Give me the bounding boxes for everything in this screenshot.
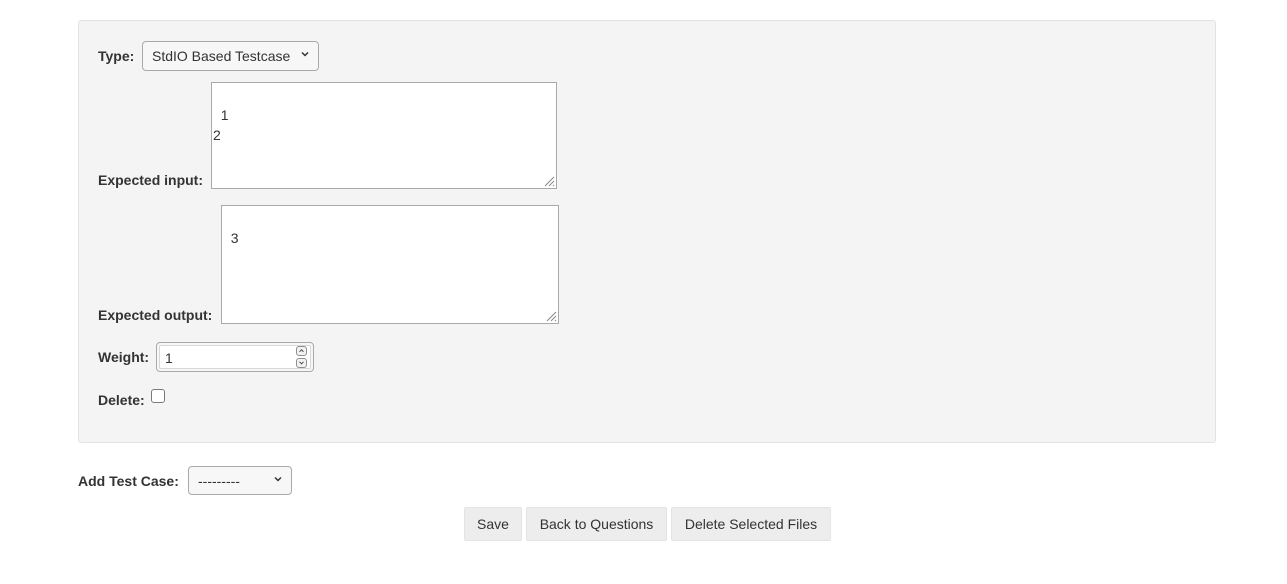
add-test-case-select[interactable]: ---------	[188, 466, 292, 495]
expected-input-textarea[interactable]: 1 2	[211, 82, 557, 189]
expected-output-label: Expected output:	[98, 307, 213, 323]
type-label: Type:	[98, 48, 135, 64]
weight-label: Weight:	[98, 349, 150, 365]
chevron-down-icon[interactable]	[296, 358, 307, 368]
expected-output-textarea[interactable]: 3	[221, 205, 559, 324]
type-select[interactable]: StdIO Based Testcase	[142, 41, 319, 71]
type-select-value: StdIO Based Testcase	[152, 48, 291, 64]
chevron-down-icon	[274, 476, 282, 482]
chevron-down-icon	[301, 51, 309, 57]
weight-value: 1	[159, 345, 311, 369]
delete-checkbox[interactable]	[151, 389, 165, 403]
save-button[interactable]: Save	[464, 507, 522, 541]
delete-selected-files-button[interactable]: Delete Selected Files	[671, 507, 831, 541]
chevron-up-icon[interactable]	[296, 346, 307, 356]
weight-input[interactable]: 1	[156, 342, 314, 372]
expected-output-value: 3	[230, 230, 239, 246]
resize-grip-icon[interactable]	[545, 310, 557, 322]
delete-label: Delete:	[98, 392, 145, 408]
expected-input-label: Expected input:	[98, 172, 204, 188]
add-test-case-value: ---------	[198, 472, 240, 489]
add-test-case-label: Add Test Case:	[78, 473, 179, 489]
resize-grip-icon[interactable]	[543, 175, 555, 187]
back-to-questions-button[interactable]: Back to Questions	[526, 507, 667, 541]
expected-input-value: 1 2	[213, 107, 229, 143]
